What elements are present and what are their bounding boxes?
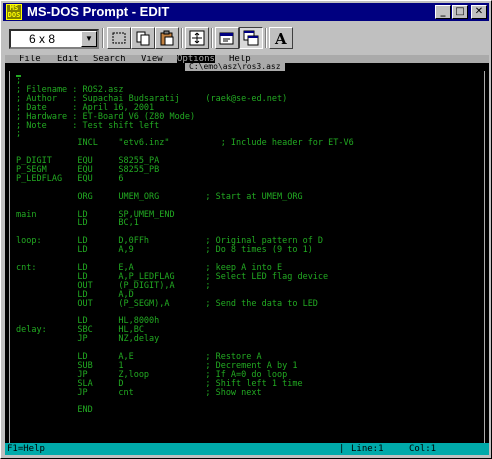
code-line: ; Note : Test shift left: [16, 120, 160, 131]
code-line: LD A,P_LEDFLAG ; Select LED flag device: [16, 271, 329, 282]
code-line: LD BC,1: [16, 218, 139, 229]
svg-text:A: A: [274, 30, 287, 46]
code-line: ; Filename : ROS2.asz: [16, 84, 124, 95]
file-path: C:\emo\asz\ros3.asz: [185, 63, 285, 71]
code-line: JP NZ,delay: [16, 334, 160, 345]
font-button[interactable]: A: [269, 27, 293, 49]
msdos-icon[interactable]: MS DOS: [6, 4, 22, 20]
title-bar[interactable]: MS DOS MS-DOS Prompt - EDIT _ □ ✕: [3, 3, 489, 21]
code-editor[interactable]: ;; Filename : ROS2.asz; Author : Supacha…: [9, 71, 485, 443]
code-line: P_LEDFLAG EQU 6: [16, 173, 124, 184]
full-screen-button[interactable]: [185, 27, 209, 49]
toolbar-divider: [265, 28, 267, 48]
code-line: ; Hardware : ET-Board V6 (Z80 Mode): [16, 111, 196, 122]
font-size-value: 6 x 8: [29, 32, 56, 46]
toolbar-divider: [102, 28, 104, 48]
code-line: delay: SBC HL,BC: [16, 325, 144, 336]
code-line: LD A,E ; Restore A: [16, 351, 262, 362]
menu-file[interactable]: File: [19, 55, 41, 64]
menu-view[interactable]: View: [141, 55, 163, 64]
code-line: LD A,D: [16, 289, 134, 300]
font-icon: A: [274, 30, 287, 46]
maximize-button[interactable]: □: [452, 5, 468, 19]
code-line: INCL "etv6.inz" ; Include header for ET-…: [16, 138, 354, 149]
help-hint: F1=Help: [7, 444, 45, 454]
font-size-select[interactable]: 6 x 8 ▼: [9, 29, 99, 49]
toolbar-divider: [211, 28, 213, 48]
properties-icon: [219, 32, 234, 45]
menu-search[interactable]: Search: [93, 55, 126, 64]
properties-button[interactable]: [215, 27, 239, 49]
toolbar-divider: [181, 28, 183, 48]
menu-edit[interactable]: Edit: [57, 55, 79, 64]
code-line: END: [16, 405, 93, 416]
code-line: ; Date : April 16, 2001: [16, 102, 155, 113]
window-title: MS-DOS Prompt - EDIT: [27, 4, 170, 19]
code-line: P_SEGM EQU S8255_PB: [16, 165, 160, 175]
code-line: ;: [16, 76, 22, 86]
code-line: JP cnt ; Show next: [16, 387, 262, 398]
paste-icon: [160, 30, 174, 46]
column-indicator: Col:1: [409, 444, 437, 454]
dos-window: MS DOS MS-DOS Prompt - EDIT _ □ ✕ 6 x 8 ▼: [0, 0, 492, 459]
close-button[interactable]: ✕: [471, 5, 487, 19]
code-line: LD A,9 ; Do 8 times (9 to 1): [16, 245, 313, 256]
code-line: cnt: LD E,A ; keep A into E: [16, 262, 283, 273]
background-icon: [243, 30, 259, 46]
code-line: ;: [16, 129, 22, 140]
line-indicator: Line:1: [351, 444, 384, 454]
code-line: OUT (P_DIGIT),A ;: [16, 280, 211, 291]
code-line: OUT (P_SEGM),A ; Send the data to LED: [16, 298, 318, 309]
code-line: main LD SP,UMEM_END: [16, 209, 175, 220]
code-line: SUB 1 ; Decrement A by 1: [16, 360, 298, 371]
mark-icon: [112, 32, 126, 44]
mark-button[interactable]: [107, 27, 131, 49]
status-bar: F1=Help | Line:1 Col:1: [5, 443, 489, 455]
code-line: LD HL,8000h: [16, 316, 160, 327]
code-line: loop: LD D,0FFh ; Original pattern of D: [16, 236, 324, 247]
minimize-button[interactable]: _: [435, 5, 451, 19]
paste-button[interactable]: [155, 27, 179, 49]
copy-icon: [136, 31, 150, 46]
code-line: SLA D ; Shift left 1 time: [16, 378, 303, 389]
copy-button[interactable]: [131, 27, 155, 49]
full-screen-icon: [189, 30, 205, 46]
divider: |: [339, 444, 345, 454]
code-line: ; Author : Supachai Budsaratij (raek@se-…: [16, 93, 288, 104]
background-button[interactable]: [239, 27, 263, 49]
chevron-down-icon[interactable]: ▼: [81, 31, 97, 47]
toolbar: 6 x 8 ▼ A: [3, 23, 489, 53]
file-name-tab: C:\emo\asz\ros3.asz: [5, 63, 489, 71]
dos-screen[interactable]: File Edit Search View Options Help C:\emo\asz…: [5, 55, 489, 455]
code-line: JP Z,loop ; If A=0 do loop: [16, 369, 288, 380]
code-line: ORG UMEM_ORG ; Start at UMEM_ORG: [16, 191, 303, 202]
code-line: P_DIGIT EQU S8255_PA: [16, 156, 160, 167]
